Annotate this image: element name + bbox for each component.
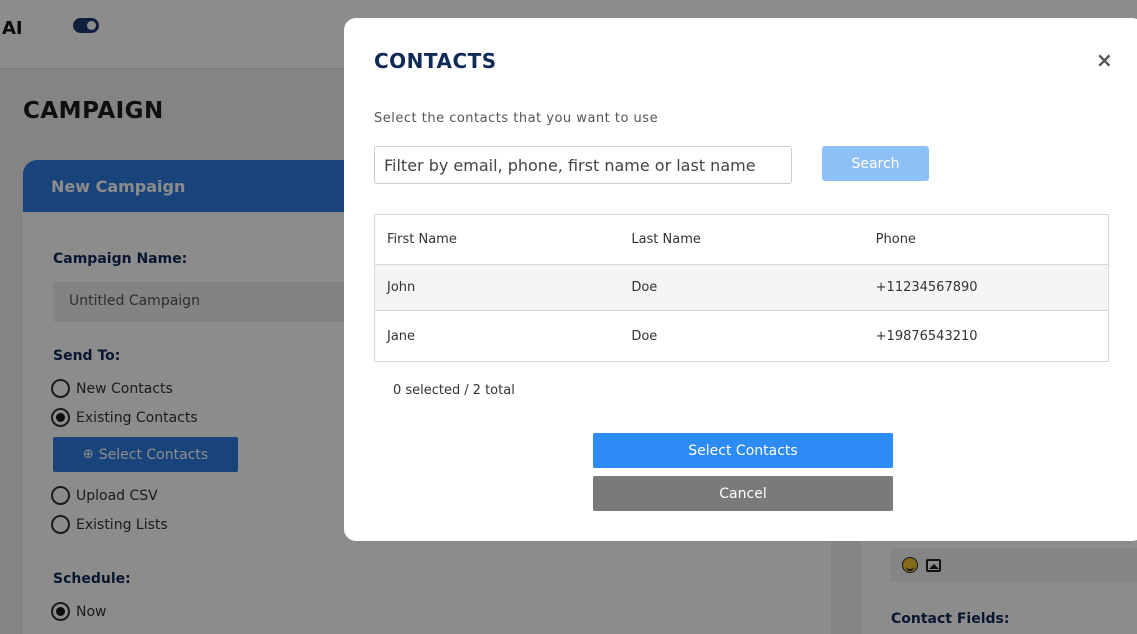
cell-last-name: Doe (631, 328, 658, 344)
cell-last-name: Doe (631, 280, 658, 295)
table-row[interactable]: Jane Doe +19876543210 (375, 310, 1108, 361)
total-count: 2 total (472, 383, 515, 398)
table-row[interactable]: John Doe +11234567890 (375, 264, 1108, 310)
cell-phone: +19876543210 (875, 328, 978, 344)
selection-count: 0 selected / 2 total (393, 383, 515, 398)
cell-first-name: John (387, 280, 416, 295)
close-icon[interactable]: × (1096, 48, 1113, 72)
cancel-button[interactable]: Cancel (593, 476, 893, 511)
column-header-phone[interactable]: Phone (864, 232, 1108, 247)
column-header-last-name[interactable]: Last Name (619, 232, 863, 247)
select-contacts-confirm-button[interactable]: Select Contacts (593, 433, 893, 468)
count-separator: / (464, 383, 469, 398)
column-header-first-name[interactable]: First Name (375, 232, 619, 247)
cell-first-name: Jane (387, 328, 416, 344)
contacts-modal: CONTACTS × Select the contacts that you … (344, 18, 1137, 541)
search-button[interactable]: Search (822, 146, 929, 181)
table-header-row: First Name Last Name Phone (375, 215, 1108, 264)
contact-filter-input[interactable] (374, 146, 792, 184)
modal-title: CONTACTS (374, 49, 497, 73)
contacts-table: First Name Last Name Phone John Doe +112… (374, 214, 1109, 362)
cell-phone: +11234567890 (875, 280, 978, 295)
modal-subtitle: Select the contacts that you want to use (374, 111, 659, 126)
selected-count: 0 selected (393, 383, 461, 398)
